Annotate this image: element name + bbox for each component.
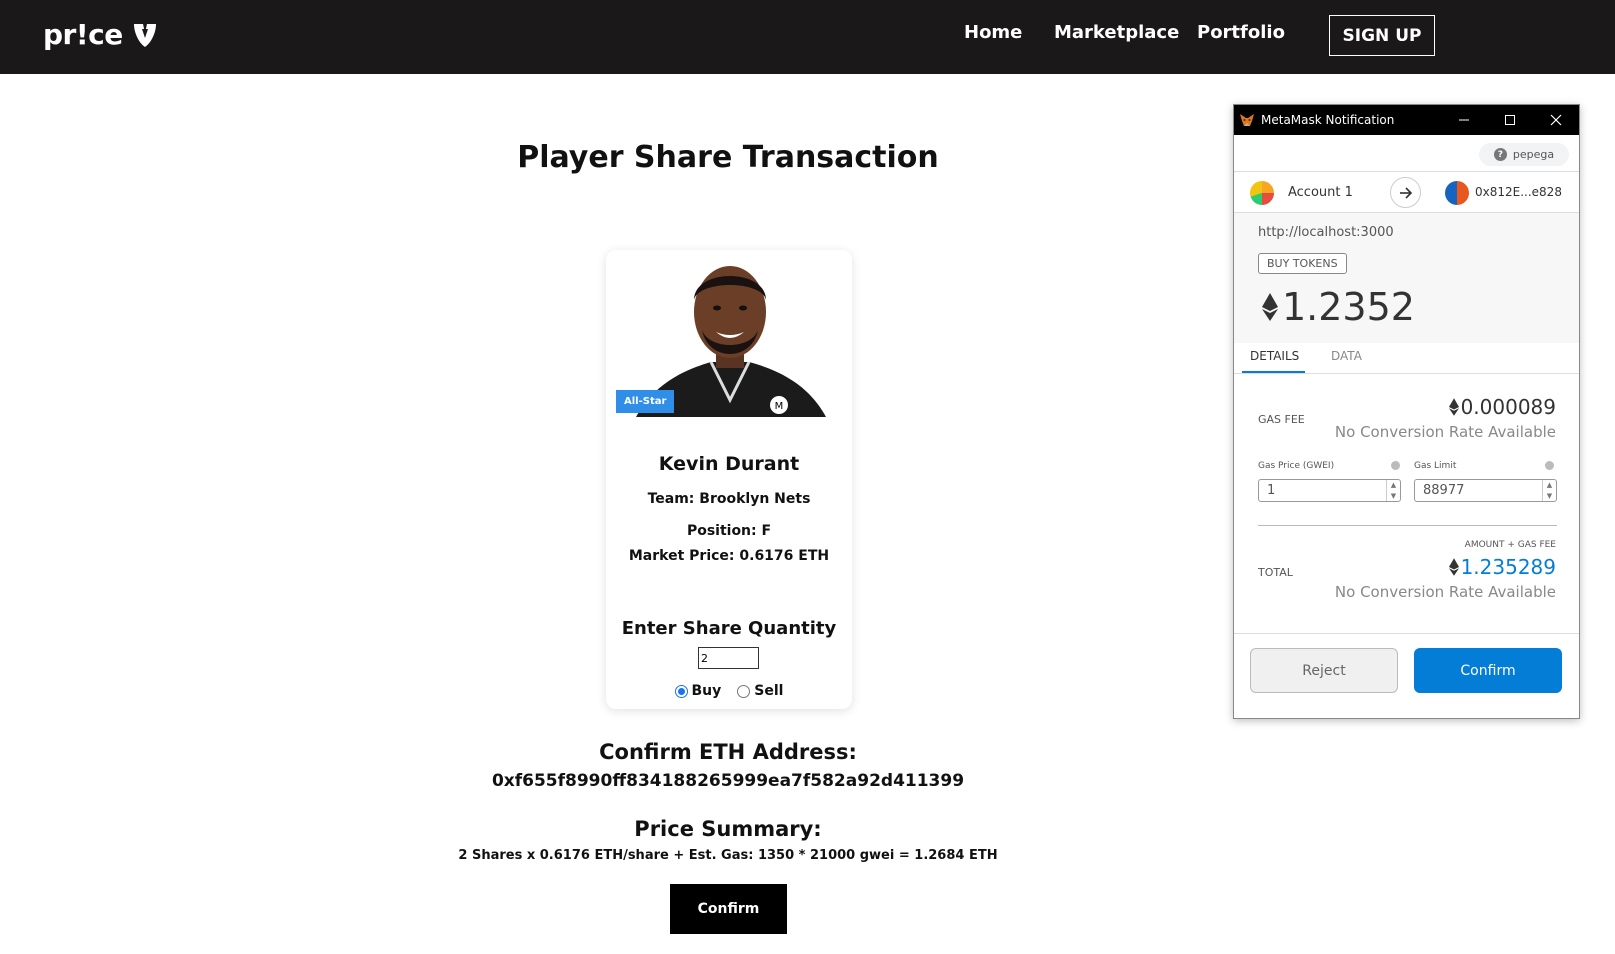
chevron-down-icon[interactable]: ▼ xyxy=(1547,492,1552,500)
gas-fee-conversion-note: No Conversion Rate Available xyxy=(1334,423,1556,441)
active-tab-indicator xyxy=(1242,371,1305,373)
player-card: M All-Star Kevin Durant Team: Brooklyn N… xyxy=(606,250,852,709)
confirm-address-title: Confirm ETH Address: xyxy=(599,740,857,764)
arrow-right-icon xyxy=(1390,177,1421,208)
buy-sell-radio-group: Buy Sell xyxy=(606,683,852,699)
player-market-price: Market Price: 0.6176 ETH xyxy=(628,548,830,564)
metamask-titlebar: MetaMask Notification xyxy=(1234,105,1579,135)
to-address: 0x812E...e828 xyxy=(1475,185,1562,199)
tab-data[interactable]: DATA xyxy=(1331,349,1362,363)
divider xyxy=(1258,525,1557,526)
svg-text:M: M xyxy=(775,401,784,412)
to-account-avatar xyxy=(1445,181,1469,205)
gas-fee-value: 0.000089 xyxy=(1448,395,1556,419)
price-summary-title: Price Summary: xyxy=(634,817,822,841)
gas-fee-label: GAS FEE xyxy=(1258,413,1305,426)
gas-limit-input[interactable]: 88977 ▲ ▼ xyxy=(1414,479,1557,502)
question-mark-icon: ? xyxy=(1493,148,1507,161)
total-amount: 1.235289 xyxy=(1460,555,1556,579)
player-name: Kevin Durant xyxy=(658,453,800,475)
transaction-summary: http://localhost:3000 BUY TOKENS 1.2352 xyxy=(1234,213,1579,343)
buy-radio[interactable] xyxy=(674,684,688,698)
gas-price-input[interactable]: 1 ▲ ▼ xyxy=(1258,479,1401,502)
metamask-footer: Reject Confirm xyxy=(1234,633,1579,718)
signup-button[interactable]: SIGN UP xyxy=(1329,15,1435,56)
eth-icon xyxy=(1448,558,1459,576)
metamask-fox-icon xyxy=(1240,114,1254,126)
network-pill[interactable]: ? pepega xyxy=(1479,143,1569,166)
gas-limit-stepper[interactable]: ▲ ▼ xyxy=(1542,480,1556,501)
total-conversion-note: No Conversion Rate Available xyxy=(1334,583,1556,601)
nav-marketplace-link[interactable]: Marketplace xyxy=(1054,22,1179,43)
logo-text: pr!ce xyxy=(43,18,123,51)
gas-price-label: Gas Price (GWEI) xyxy=(1258,461,1335,471)
gas-fee-amount: 0.000089 xyxy=(1460,395,1556,419)
account-transfer-row: Account 1 0x812E...e828 xyxy=(1234,171,1579,213)
total-value: 1.235289 xyxy=(1448,555,1556,579)
gas-limit-value: 88977 xyxy=(1423,483,1465,498)
maximize-icon[interactable] xyxy=(1487,105,1533,135)
player-position: Position: F xyxy=(686,523,772,539)
sell-radio-option[interactable]: Sell xyxy=(737,683,783,699)
metamask-notification-window: MetaMask Notification ? pepega Account 1… xyxy=(1233,104,1580,719)
amount-value: 1.2352 xyxy=(1282,285,1415,329)
nav-home-link[interactable]: Home xyxy=(964,22,1022,43)
confirm-address-value: 0xf655f8990ff834188265999ea7f582a92d4113… xyxy=(491,771,965,791)
chevron-up-icon[interactable]: ▲ xyxy=(1547,481,1552,489)
gas-price-value: 1 xyxy=(1267,483,1276,498)
share-quantity-label: Enter Share Quantity xyxy=(621,618,837,639)
buy-radio-label: Buy xyxy=(691,683,722,699)
brand-logo[interactable]: pr!ce xyxy=(43,18,159,51)
player-team: Team: Brooklyn Nets xyxy=(647,491,811,507)
all-star-badge: All-Star xyxy=(616,390,675,413)
share-quantity-input[interactable] xyxy=(698,647,759,669)
reject-button[interactable]: Reject xyxy=(1250,648,1398,693)
sell-radio-label: Sell xyxy=(754,683,784,699)
from-account-name: Account 1 xyxy=(1288,185,1353,200)
logo-mark-icon xyxy=(133,23,156,47)
eth-icon xyxy=(1448,398,1459,416)
price-summary-detail: 2 Shares x 0.6176 ETH/share + Est. Gas: … xyxy=(458,848,998,863)
close-icon[interactable] xyxy=(1533,105,1579,135)
chevron-up-icon[interactable]: ▲ xyxy=(1391,481,1396,489)
network-name: pepega xyxy=(1512,148,1555,161)
origin-url: http://localhost:3000 xyxy=(1258,225,1394,240)
info-icon[interactable] xyxy=(1391,461,1400,470)
buy-tokens-button[interactable]: BUY TOKENS xyxy=(1258,253,1347,274)
info-icon[interactable] xyxy=(1545,461,1554,470)
top-navbar: pr!ce Home Marketplace Portfolio SIGN UP xyxy=(0,0,1615,74)
buy-radio-option[interactable]: Buy xyxy=(674,683,722,699)
amount-plus-gas-label: AMOUNT + GAS FEE xyxy=(1464,540,1556,550)
confirm-transaction-button[interactable]: Confirm xyxy=(670,884,787,934)
tab-details[interactable]: DETAILS xyxy=(1250,349,1299,363)
eth-icon xyxy=(1262,293,1278,321)
from-account-avatar xyxy=(1250,181,1274,205)
gas-limit-label: Gas Limit xyxy=(1414,461,1457,471)
gas-price-stepper[interactable]: ▲ ▼ xyxy=(1386,480,1400,501)
chevron-down-icon[interactable]: ▼ xyxy=(1391,492,1396,500)
total-label: TOTAL xyxy=(1258,566,1293,579)
metamask-window-title: MetaMask Notification xyxy=(1261,113,1395,127)
metamask-confirm-button[interactable]: Confirm xyxy=(1414,648,1562,693)
nav-portfolio-link[interactable]: Portfolio xyxy=(1197,22,1285,43)
transaction-amount: 1.2352 xyxy=(1262,285,1415,329)
metamask-tabs: DETAILS DATA xyxy=(1234,343,1579,374)
sell-radio[interactable] xyxy=(737,684,751,698)
minimize-icon[interactable] xyxy=(1441,105,1487,135)
